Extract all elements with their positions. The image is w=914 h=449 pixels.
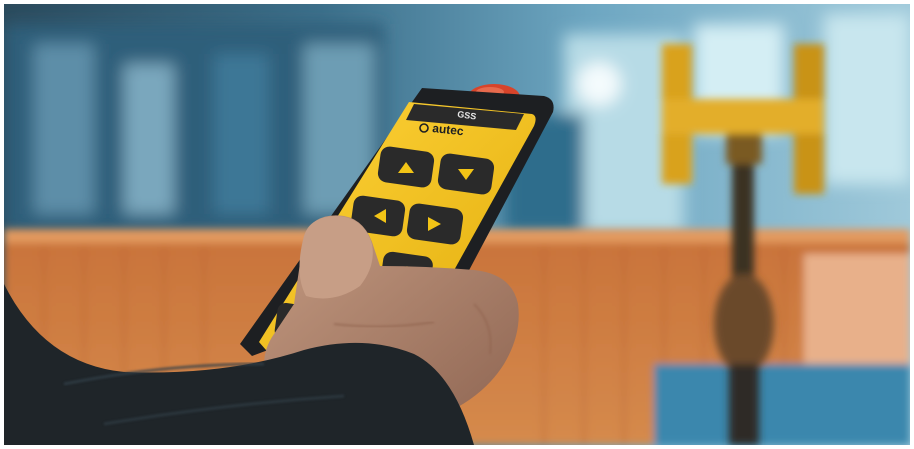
- remote-button: [406, 203, 464, 245]
- photo: GSS autec: [4, 4, 910, 445]
- photo-frame: GSS autec: [4, 4, 910, 445]
- remote-button: [377, 146, 435, 188]
- remote-button: [437, 153, 495, 195]
